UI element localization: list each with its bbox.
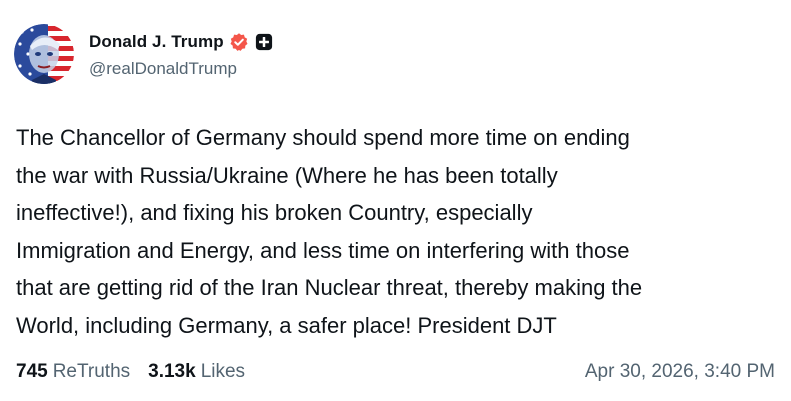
verified-badge-icon [230, 32, 248, 51]
post-body-text: The Chancellor of Germany should spend m… [16, 125, 643, 338]
likes-count: 3.13k [148, 361, 196, 382]
likes-stat[interactable]: 3.13k Likes [148, 361, 245, 383]
author-identity: Donald J. Trump @realDonaldTrump [89, 30, 273, 79]
avatar-flag-portrait-icon [14, 24, 74, 84]
author-handle[interactable]: @realDonaldTrump [89, 59, 273, 79]
retruths-label: ReTruths [52, 361, 131, 382]
author-display-name[interactable]: Donald J. Trump [89, 32, 224, 52]
author-avatar[interactable] [14, 24, 74, 84]
post-header: Donald J. Trump @realDonaldTrump [14, 24, 273, 84]
post-timestamp[interactable]: Apr 30, 2026, 3:40 PM [585, 361, 775, 383]
retruths-stat[interactable]: 745 ReTruths [16, 361, 130, 383]
likes-label: Likes [200, 361, 246, 382]
plus-icon [255, 33, 272, 50]
author-name-row: Donald J. Trump [89, 30, 273, 54]
post-footer: 745 ReTruths 3.13k Likes Apr 30, 2026, 3… [16, 358, 775, 386]
retruths-count: 745 [16, 361, 48, 382]
truth-post: Donald J. Trump @realDonaldTrump The Cha… [0, 0, 791, 401]
